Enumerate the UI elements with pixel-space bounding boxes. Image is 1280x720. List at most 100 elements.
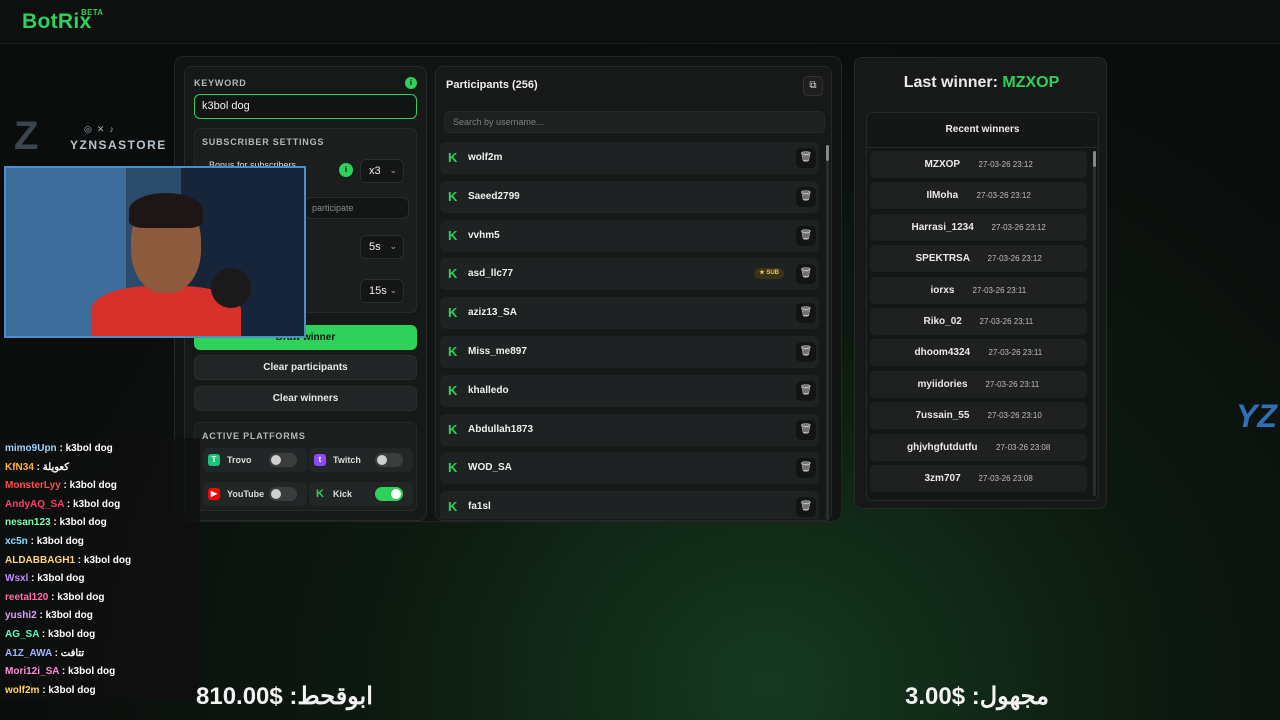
winner-time: 27-03-26 23:11 (985, 379, 1040, 389)
winner-time: 27-03-26 23:12 (978, 160, 1033, 169)
platform-trovo[interactable]: T Trovo (203, 448, 307, 472)
trash-icon[interactable]: 🗑 (796, 458, 816, 479)
subscriber-settings-label: SUBSCRIBER SETTINGS (202, 137, 325, 147)
trash-icon[interactable]: 🗑 (796, 148, 816, 168)
platform-youtube[interactable]: ▶ YouTube (203, 482, 307, 506)
winner-row: 7ussain_55 27-03-26 23:10 (870, 402, 1087, 430)
trovo-toggle[interactable] (269, 453, 297, 467)
app-logo[interactable]: BotRix BETA (22, 8, 103, 34)
kick-toggle[interactable] (375, 487, 403, 501)
kick-icon: K (448, 227, 458, 243)
chat-separator: : (75, 554, 84, 566)
winner-name: SPEKTRSA (915, 253, 970, 265)
trash-icon[interactable]: 🗑 (796, 225, 816, 246)
trash-icon[interactable]: 🗑 (796, 380, 816, 401)
brand-name: YZNSASTORE (70, 138, 167, 152)
info-icon[interactable]: i (405, 77, 417, 89)
twitch-toggle[interactable] (375, 453, 403, 467)
youtube-toggle[interactable] (269, 487, 297, 501)
bonus-multiplier-select[interactable]: x3 ⌄ (360, 159, 404, 183)
trash-icon[interactable]: 🗑 (796, 303, 816, 324)
participant-name: Abdullah1873 (468, 423, 534, 435)
chat-username: ALDABBAGH1 (5, 554, 75, 566)
chat-username: yushi2 (5, 610, 37, 622)
kick-icon: K (448, 188, 458, 204)
participant-row[interactable]: Kkhalledo 🗑 (440, 374, 819, 407)
search-input[interactable]: Search by username... (444, 111, 825, 133)
social-icons: ◎✕♪ (84, 124, 119, 134)
active-platforms: ACTIVE PLATFORMS T Trovo t Twitch ▶ YouT… (194, 422, 417, 511)
chat-separator: : (48, 591, 58, 603)
platform-twitch[interactable]: t Twitch (309, 448, 413, 472)
participant-row[interactable]: Kasd_llc77 ★ SUB 🗑 (440, 258, 819, 291)
chat-message: Mori12i_SA : k3bol dog (5, 666, 115, 677)
keyword-input[interactable]: k3bol dog (194, 94, 417, 119)
winner-row: SPEKTRSA 27-03-26 23:12 (870, 245, 1087, 273)
winners-scrollbar[interactable] (1093, 151, 1096, 496)
trash-icon[interactable]: 🗑 (796, 497, 816, 518)
winner-row: MZXOP 27-03-26 23:12 (870, 151, 1087, 178)
platform-label: Twitch (333, 455, 361, 465)
top-bar: BotRix BETA (0, 0, 1280, 44)
winner-time: 27-03-26 23:12 (991, 222, 1046, 232)
participant-row[interactable]: K WOD_SA 🗑 (440, 452, 819, 485)
winner-time: 27-03-26 23:12 (976, 191, 1031, 201)
participant-row[interactable]: Kfa1sl 🗑 (440, 491, 819, 519)
winner-time: 27-03-26 23:11 (979, 317, 1034, 326)
yz-logo-icon: YZ (1236, 398, 1277, 434)
participant-name: asd_llc77 (468, 268, 514, 280)
participant-row[interactable]: K Miss_me897 🗑 (440, 336, 819, 368)
kick-icon: K (448, 460, 458, 476)
chat-separator: : (33, 461, 43, 473)
participant-name: Saeed2799 (468, 190, 520, 202)
participant-row[interactable]: Kwolf2m 🗑 (440, 142, 819, 174)
platform-label: Kick (333, 489, 353, 499)
trash-icon[interactable]: 🗑 (796, 342, 816, 362)
participant-row[interactable]: K Abdullah1873 🗑 (440, 413, 819, 446)
trash-icon[interactable]: 🗑 (796, 264, 816, 285)
chat-separator: : (28, 573, 38, 585)
winner-time: 27-03-26 23:10 (987, 411, 1042, 421)
bonus-multiplier-value: x3 (369, 165, 381, 177)
timer-select-2[interactable]: 15s ⌄ (360, 279, 404, 303)
participants-scrollbar[interactable] (826, 145, 829, 520)
participant-name: wolf2m (468, 152, 503, 163)
participants-list: Kwolf2m 🗑 K Saeed2799 🗑 Kvvhm5 🗑 Kasd_llc77 ★ SU… (440, 142, 823, 519)
last-winner-name: MZXOP (1002, 74, 1060, 91)
copy-icon[interactable]: ⧉ (803, 76, 823, 96)
trovo-icon: T (208, 454, 220, 466)
chat-separator: : (59, 666, 68, 678)
trash-icon[interactable]: 🗑 (796, 419, 816, 440)
keyword-label: KEYWORD (194, 78, 247, 88)
chat-username: reetal120 (5, 591, 49, 603)
kick-icon: K (316, 488, 324, 500)
participant-name: WOD_SA (468, 462, 512, 474)
beta-badge: BETA (81, 8, 104, 17)
timer-select-1[interactable]: 5s ⌄ (360, 235, 404, 259)
chat-text: تتافت (60, 647, 85, 659)
chat-text: k3bol dog (48, 684, 96, 696)
trash-icon[interactable]: 🗑 (796, 186, 816, 207)
participant-row[interactable]: Kvvhm5 🗑 (440, 219, 819, 252)
chat-text: k3bol dog (57, 591, 105, 603)
chat-message: AndyAQ_SA : k3bol dog (5, 499, 120, 510)
bonus-info-icon[interactable]: i (339, 163, 353, 177)
chevron-down-icon: ⌄ (389, 285, 397, 295)
winner-row: iorxs 27-03-26 23:11 (870, 276, 1087, 304)
participant-row[interactable]: Kaziz13_SA 🗑 (440, 297, 819, 330)
twitch-icon: t (314, 454, 326, 466)
chat-text: k3bol dog (83, 554, 132, 566)
chat-username: Wsxl (5, 573, 29, 585)
chat-separator: : (60, 480, 70, 492)
participant-row[interactable]: K Saeed2799 🗑 (440, 180, 819, 213)
winner-row: IlMoha 27-03-26 23:12 (870, 182, 1087, 210)
clear-winners-button[interactable]: Clear winners (194, 386, 417, 411)
platform-label: Trovo (227, 455, 252, 465)
chat-message: ALDABBAGH1 : k3bol dog (5, 555, 131, 566)
platform-kick[interactable]: K Kick (309, 482, 413, 506)
chat-text: k3bol dog (59, 517, 107, 529)
chat-message: nesan123 : k3bol dog (5, 517, 107, 528)
participate-input[interactable]: participate (305, 197, 409, 219)
clear-participants-button[interactable]: Clear participants (194, 355, 417, 380)
recent-winners-box: Recent winners MZXOP 27-03-26 23:12 IlMoha… (866, 112, 1099, 501)
